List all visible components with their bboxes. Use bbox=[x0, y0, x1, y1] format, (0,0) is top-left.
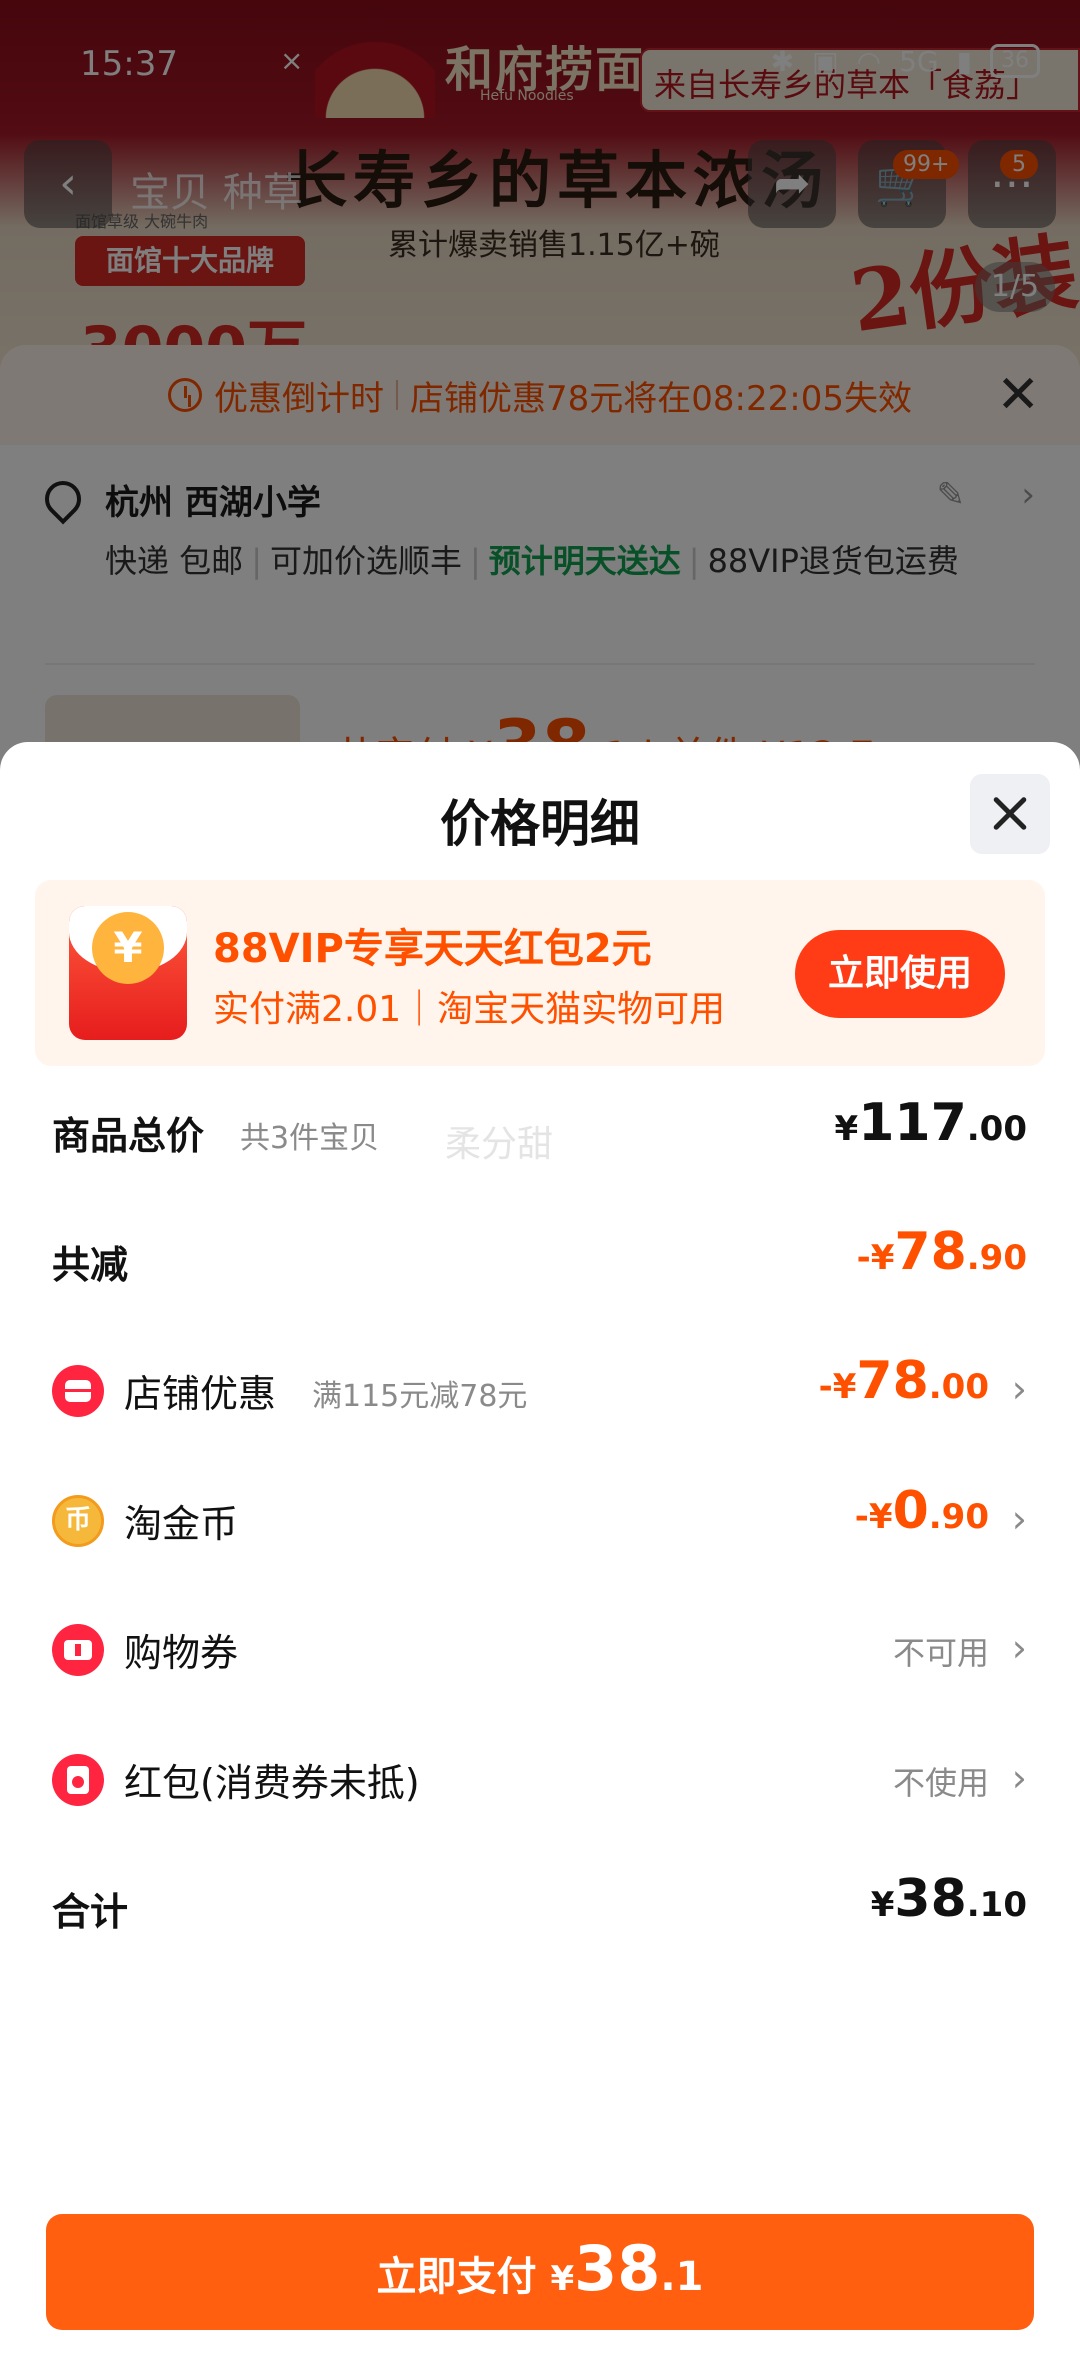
discount-total-row: 共减 -¥78.90 bbox=[52, 1216, 1027, 1306]
shopping-voucher-label: 购物券 bbox=[124, 1631, 239, 1675]
vip-redpacket-banner: ¥ 88VIP专享天天红包2元 实付满2.01｜淘宝天猫实物可用 立即使用 bbox=[35, 880, 1045, 1066]
ticket-icon bbox=[52, 1624, 104, 1676]
redpacket-icon bbox=[52, 1754, 104, 1806]
red-packet-status: 不使用 bbox=[892, 1764, 989, 1802]
taojin-coin-amount: -¥0.90 bbox=[854, 1481, 989, 1541]
redpacket-icon: ¥ bbox=[69, 906, 187, 1040]
red-packet-row[interactable]: 红包(消费券未抵) 不使用 › bbox=[52, 1734, 1027, 1824]
promo-subtitle: 实付满2.01｜淘宝天猫实物可用 bbox=[213, 989, 726, 1030]
shop-promo-label: 店铺优惠 bbox=[124, 1372, 277, 1416]
subtotal-label: 商品总价 bbox=[52, 1114, 205, 1158]
sheet-title: 价格明细 bbox=[440, 795, 640, 853]
subtotal-amount: ¥117.00 bbox=[834, 1093, 1027, 1153]
price-detail-sheet: 价格明细 ¥ 88VIP专享天天红包2元 实付满2.01｜淘宝天猫实物可用 立即… bbox=[0, 742, 1080, 2376]
discount-total-amount: -¥78.90 bbox=[856, 1222, 1027, 1282]
item-count: 共3件宝贝 bbox=[240, 1121, 380, 1156]
shop-promo-rule: 满115元减78元 bbox=[312, 1379, 528, 1414]
yen-coin-icon: ¥ bbox=[92, 912, 164, 984]
promo-title: 88VIP专享天天红包2元 bbox=[213, 926, 652, 972]
ghost-text: 柔分甜 bbox=[445, 1124, 554, 1165]
total-amount: ¥38.10 bbox=[870, 1869, 1027, 1929]
red-packet-label: 红包(消费券未抵) bbox=[124, 1761, 420, 1805]
taojin-coin-label: 淘金币 bbox=[124, 1502, 239, 1546]
shopping-voucher-row[interactable]: 购物券 不可用 › bbox=[52, 1604, 1027, 1694]
coin-icon: 币 bbox=[52, 1495, 104, 1547]
shop-icon bbox=[52, 1365, 104, 1417]
pay-label: 立即支付 bbox=[376, 2254, 551, 2300]
taojin-coin-row[interactable]: 币 淘金币 -¥0.90 › bbox=[52, 1475, 1027, 1565]
voucher-status: 不可用 bbox=[892, 1634, 989, 1672]
chevron-right-icon: › bbox=[1011, 1367, 1027, 1411]
total-row: 合计 ¥38.10 bbox=[52, 1863, 1027, 1953]
close-icon[interactable] bbox=[970, 774, 1050, 854]
pay-currency: ¥ bbox=[550, 2259, 575, 2299]
discount-total-label: 共减 bbox=[52, 1243, 129, 1287]
chevron-right-icon: › bbox=[1011, 1497, 1027, 1541]
use-now-button[interactable]: 立即使用 bbox=[795, 930, 1005, 1018]
shop-promo-amount: -¥78.00 bbox=[818, 1351, 989, 1411]
total-label: 合计 bbox=[52, 1890, 129, 1934]
shop-promo-row[interactable]: 店铺优惠 满115元减78元 -¥78.00 › bbox=[52, 1345, 1027, 1435]
pay-dec: .1 bbox=[660, 2254, 704, 2300]
pay-now-button[interactable]: 立即支付 ¥38.1 bbox=[46, 2214, 1034, 2330]
pay-int: 38 bbox=[574, 2232, 661, 2305]
chevron-right-icon: › bbox=[1011, 1626, 1027, 1670]
chevron-right-icon: › bbox=[1011, 1756, 1027, 1800]
